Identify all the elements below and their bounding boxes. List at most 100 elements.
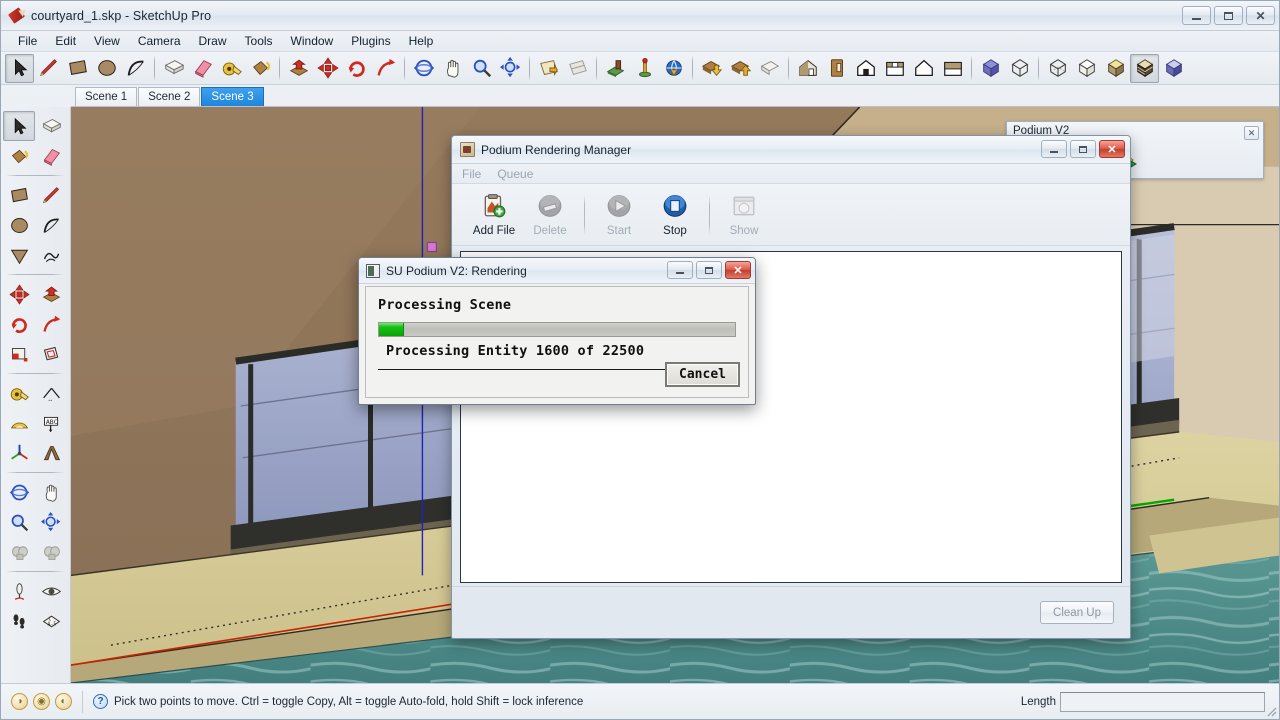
scale-tool[interactable] [3, 339, 35, 369]
section-display-tool[interactable] [563, 54, 592, 83]
face-style-textured[interactable] [1130, 53, 1159, 83]
dimension-tool[interactable]: ↔ [35, 378, 67, 408]
line-tool[interactable] [35, 180, 67, 210]
progress-restore-button[interactable] [696, 261, 722, 279]
rectangle-tool[interactable] [3, 180, 35, 210]
protractor-tool[interactable] [3, 408, 35, 438]
follow-me-tool[interactable] [35, 309, 67, 339]
section-plane-tool[interactable] [534, 54, 563, 83]
delete-button[interactable]: Delete [522, 193, 578, 237]
move-tool[interactable] [3, 279, 35, 309]
face-style-shaded[interactable] [1101, 54, 1130, 83]
make-component-tool[interactable] [159, 54, 188, 83]
make-component-tool[interactable] [35, 111, 67, 141]
pan-tool[interactable] [438, 54, 467, 83]
select-tool[interactable] [5, 53, 34, 83]
cancel-button[interactable]: Cancel [665, 362, 740, 387]
freehand-tool[interactable] [35, 240, 67, 270]
help-icon[interactable]: ? [93, 694, 108, 709]
menu-tools[interactable]: Tools [236, 31, 282, 51]
close-button[interactable]: ✕ [1246, 6, 1275, 25]
rotate-tool[interactable] [3, 309, 35, 339]
share-component-tool[interactable] [755, 54, 784, 83]
add-location-tool[interactable] [601, 54, 630, 83]
three-d-text-tool[interactable] [35, 438, 67, 468]
circle-tool[interactable] [3, 210, 35, 240]
style-door[interactable] [822, 54, 851, 83]
style-house-solid[interactable] [851, 54, 880, 83]
length-input[interactable] [1060, 691, 1265, 712]
offset-tool[interactable] [35, 339, 67, 369]
eraser-tool[interactable] [35, 141, 67, 171]
style-house-shaded[interactable] [938, 54, 967, 83]
clean-up-button[interactable]: Clean Up [1040, 601, 1114, 624]
follow-me-tool[interactable] [371, 54, 400, 83]
previous-view-tool[interactable] [35, 537, 67, 567]
scene-tab-3[interactable]: Scene 3 [201, 87, 264, 106]
menu-camera[interactable]: Camera [129, 31, 190, 51]
start-button[interactable]: Start [591, 193, 647, 237]
progress-close-button[interactable]: ✕ [725, 261, 751, 279]
move-tool[interactable] [313, 54, 342, 83]
zoom-tool[interactable] [467, 54, 496, 83]
circle-tool[interactable] [92, 54, 121, 83]
get-models-tool[interactable] [697, 54, 726, 83]
pan-tool[interactable] [35, 477, 67, 507]
orbit-tool[interactable] [409, 54, 438, 83]
style-shaded-texture[interactable] [793, 54, 822, 83]
style-house-outline[interactable] [909, 54, 938, 83]
axes-tool[interactable] [3, 438, 35, 468]
menu-help[interactable]: Help [400, 31, 443, 51]
rendering-manager-close-button[interactable]: ✕ [1099, 140, 1125, 158]
rectangle-tool[interactable] [63, 54, 92, 83]
tape-measure-tool[interactable] [217, 54, 246, 83]
zoom-extents-tool[interactable] [496, 54, 525, 83]
scene-tab-1[interactable]: Scene 1 [75, 87, 138, 106]
resize-grip-icon[interactable] [1264, 704, 1277, 717]
photo-textures-tool[interactable] [659, 54, 688, 83]
add-file-button[interactable]: Add File [466, 193, 522, 237]
face-style-monochrome[interactable] [1072, 54, 1101, 83]
style-house-flat[interactable] [880, 54, 909, 83]
menu-draw[interactable]: Draw [190, 31, 236, 51]
select-tool[interactable] [3, 111, 35, 141]
orbit-tool[interactable] [3, 477, 35, 507]
stop-button[interactable]: Stop [647, 193, 703, 237]
rendering-manager-restore-button[interactable] [1070, 140, 1096, 158]
menu-view[interactable]: View [85, 31, 129, 51]
minimize-button[interactable] [1182, 6, 1211, 25]
scene-tab-2[interactable]: Scene 2 [138, 87, 201, 106]
arc-tool[interactable] [121, 54, 150, 83]
toggle-terrain-tool[interactable] [630, 54, 659, 83]
walk-tool[interactable] [3, 606, 35, 636]
podium-toolbar-close-icon[interactable]: ✕ [1244, 126, 1259, 140]
geo-solar-icon[interactable]: ◉ [33, 693, 50, 710]
push-pull-tool[interactable] [284, 54, 313, 83]
menu-file[interactable]: File [9, 31, 46, 51]
rotate-tool[interactable] [342, 54, 371, 83]
menu-window[interactable]: Window [282, 31, 343, 51]
zoom-tool[interactable] [3, 507, 35, 537]
tape-measure-tool[interactable] [3, 378, 35, 408]
menu-plugins[interactable]: Plugins [342, 31, 399, 51]
face-style-wireframe[interactable] [1005, 54, 1034, 83]
rendering-manager-minimize-button[interactable] [1041, 140, 1067, 158]
polygon-tool[interactable] [3, 240, 35, 270]
eraser-tool[interactable] [188, 54, 217, 83]
face-style-hidden-line[interactable] [1043, 54, 1072, 83]
paint-bucket-tool[interactable] [3, 141, 35, 171]
show-button[interactable]: Show [716, 193, 772, 237]
look-around-tool[interactable] [35, 576, 67, 606]
push-pull-tool[interactable] [35, 279, 67, 309]
position-camera-tool[interactable] [3, 576, 35, 606]
share-model-tool[interactable] [726, 54, 755, 83]
geo-credit-icon[interactable]: ◑ [11, 693, 28, 710]
face-style-blue[interactable] [1159, 54, 1188, 83]
line-tool[interactable] [34, 54, 63, 83]
text-tool[interactable]: ABC [35, 408, 67, 438]
progress-minimize-button[interactable] [667, 261, 693, 279]
zoom-extents-tool[interactable] [35, 507, 67, 537]
paint-bucket-tool[interactable] [246, 54, 275, 83]
arc-tool[interactable] [35, 210, 67, 240]
menu-edit[interactable]: Edit [46, 31, 85, 51]
